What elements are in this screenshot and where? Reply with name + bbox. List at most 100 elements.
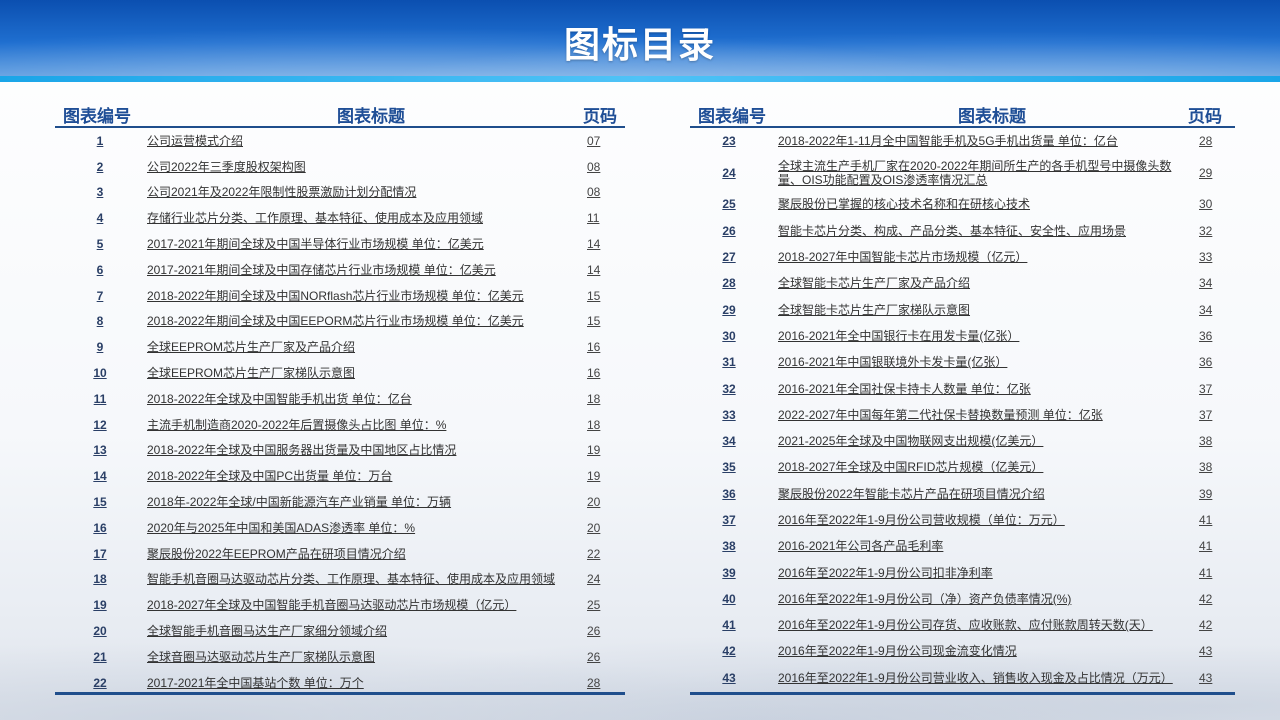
toc-row[interactable]: 31 2016-2021年中国银联境外卡发卡量(亿张） 36 — [690, 349, 1235, 375]
page-number-link[interactable]: 30 — [1199, 197, 1212, 211]
figure-title-link[interactable]: 2016-2021年中国银联境外卡发卡量(亿张） — [778, 355, 1178, 369]
figure-title-link[interactable]: 2018-2022年全球及中国服务器出货量及中国地区占比情况 — [147, 443, 567, 457]
page-number-link[interactable]: 16 — [587, 340, 600, 354]
page-number-link[interactable]: 18 — [587, 392, 600, 406]
page-number-link[interactable]: 08 — [587, 185, 600, 199]
page-number-link[interactable]: 43 — [1199, 644, 1212, 658]
toc-row[interactable]: 14 2018-2022年全球及中国PC出货量 单位：万台 19 — [55, 463, 625, 489]
toc-row[interactable]: 4 存储行业芯片分类、工作原理、基本特征、使用成本及应用领域 11 — [55, 205, 625, 231]
toc-row[interactable]: 23 2018-2022年1-11月全中国智能手机及5G手机出货量 单位：亿台 28 — [690, 128, 1235, 154]
figure-number-link[interactable]: 15 — [80, 495, 120, 509]
toc-row[interactable]: 1 公司运营模式介绍 07 — [55, 128, 625, 154]
toc-row[interactable]: 20 全球智能手机音圈马达生产厂家细分领域介绍 26 — [55, 618, 625, 644]
figure-number-link[interactable]: 22 — [80, 676, 120, 690]
toc-row[interactable]: 8 2018-2022年期间全球及中国EEPORM芯片行业市场规模 单位：亿美元 1… — [55, 309, 625, 335]
page-number-link[interactable]: 26 — [587, 624, 600, 638]
page-number-link[interactable]: 28 — [587, 676, 600, 690]
figure-number-link[interactable]: 29 — [709, 303, 749, 317]
page-number-link[interactable]: 08 — [587, 160, 600, 174]
page-number-link[interactable]: 14 — [587, 237, 600, 251]
figure-title-link[interactable]: 2018-2022年1-11月全中国智能手机及5G手机出货量 单位：亿台 — [778, 134, 1178, 148]
figure-number-link[interactable]: 20 — [80, 624, 120, 638]
figure-number-link[interactable]: 42 — [709, 644, 749, 658]
toc-row[interactable]: 12 主流手机制造商2020-2022年后置摄像头占比图 单位：% 18 — [55, 412, 625, 438]
toc-row[interactable]: 3 公司2021年及2022年限制性股票激励计划分配情况 08 — [55, 180, 625, 206]
page-number-link[interactable]: 41 — [1199, 566, 1212, 580]
figure-title-link[interactable]: 2018-2027年全球及中国RFID芯片规模（亿美元） — [778, 460, 1178, 474]
page-number-link[interactable]: 32 — [1199, 224, 1212, 238]
figure-number-link[interactable]: 7 — [80, 289, 120, 303]
toc-row[interactable]: 10 全球EEPROM芯片生产厂家梯队示意图 16 — [55, 360, 625, 386]
figure-number-link[interactable]: 4 — [80, 211, 120, 225]
figure-number-link[interactable]: 35 — [709, 460, 749, 474]
figure-number-link[interactable]: 13 — [80, 443, 120, 457]
toc-row[interactable]: 26 智能卡芯片分类、构成、产品分类、基本特征、安全性、应用场景 32 — [690, 218, 1235, 244]
page-number-link[interactable]: 38 — [1199, 460, 1212, 474]
page-number-link[interactable]: 24 — [587, 572, 600, 586]
figure-number-link[interactable]: 27 — [709, 250, 749, 264]
figure-title-link[interactable]: 聚辰股份已掌握的核心技术名称和在研核心技术 — [778, 197, 1178, 211]
toc-row[interactable]: 39 2016年至2022年1-9月份公司扣非净利率 41 — [690, 559, 1235, 585]
figure-number-link[interactable]: 18 — [80, 572, 120, 586]
figure-number-link[interactable]: 5 — [80, 237, 120, 251]
toc-row[interactable]: 34 2021-2025年全球及中国物联网支出规模(亿美元） 38 — [690, 428, 1235, 454]
figure-title-link[interactable]: 2018-2027年中国智能卡芯片市场规模（亿元） — [778, 250, 1178, 264]
page-number-link[interactable]: 26 — [587, 650, 600, 664]
figure-title-link[interactable]: 2016-2021年公司各产品毛利率 — [778, 539, 1178, 553]
page-number-link[interactable]: 41 — [1199, 539, 1212, 553]
toc-row[interactable]: 13 2018-2022年全球及中国服务器出货量及中国地区占比情况 19 — [55, 438, 625, 464]
figure-title-link[interactable]: 全球音圈马达驱动芯片生产厂家梯队示意图 — [147, 650, 567, 664]
figure-title-link[interactable]: 2018-2022年全球及中国智能手机出货 单位：亿台 — [147, 392, 567, 406]
page-number-link[interactable]: 37 — [1199, 408, 1212, 422]
page-number-link[interactable]: 19 — [587, 469, 600, 483]
figure-number-link[interactable]: 34 — [709, 434, 749, 448]
toc-row[interactable]: 40 2016年至2022年1-9月份公司（净）资产负债率情况(%) 42 — [690, 586, 1235, 612]
figure-number-link[interactable]: 21 — [80, 650, 120, 664]
page-number-link[interactable]: 34 — [1199, 303, 1212, 317]
page-number-link[interactable]: 36 — [1199, 355, 1212, 369]
toc-row[interactable]: 30 2016-2021年全中国银行卡在用发卡量(亿张） 36 — [690, 323, 1235, 349]
toc-row[interactable]: 16 2020年与2025年中国和美国ADAS渗透率 单位：% 20 — [55, 515, 625, 541]
toc-row[interactable]: 38 2016-2021年公司各产品毛利率 41 — [690, 533, 1235, 559]
figure-number-link[interactable]: 38 — [709, 539, 749, 553]
figure-title-link[interactable]: 公司2022年三季度股权架构图 — [147, 160, 567, 174]
figure-title-link[interactable]: 智能卡芯片分类、构成、产品分类、基本特征、安全性、应用场景 — [778, 224, 1178, 238]
figure-title-link[interactable]: 2016-2021年全国社保卡持卡人数量 单位：亿张 — [778, 382, 1178, 396]
figure-number-link[interactable]: 9 — [80, 340, 120, 354]
figure-title-link[interactable]: 2016年至2022年1-9月份公司扣非净利率 — [778, 566, 1178, 580]
figure-title-link[interactable]: 2018-2022年期间全球及中国EEPORM芯片行业市场规模 单位：亿美元 — [147, 314, 567, 328]
page-number-link[interactable]: 42 — [1199, 592, 1212, 606]
figure-title-link[interactable]: 2017-2021年全中国基站个数 单位：万个 — [147, 676, 567, 690]
toc-row[interactable]: 29 全球智能卡芯片生产厂家梯队示意图 34 — [690, 296, 1235, 322]
figure-number-link[interactable]: 3 — [80, 185, 120, 199]
figure-title-link[interactable]: 公司运营模式介绍 — [147, 134, 567, 148]
figure-title-link[interactable]: 2016年至2022年1-9月份公司现金流变化情况 — [778, 644, 1178, 658]
figure-number-link[interactable]: 11 — [80, 392, 120, 406]
page-number-link[interactable]: 25 — [587, 598, 600, 612]
toc-row[interactable]: 15 2018年-2022年全球/中国新能源汽车产业销量 单位：万辆 20 — [55, 489, 625, 515]
page-number-link[interactable]: 29 — [1199, 166, 1212, 180]
toc-row[interactable]: 42 2016年至2022年1-9月份公司现金流变化情况 43 — [690, 638, 1235, 664]
page-number-link[interactable]: 43 — [1199, 671, 1212, 685]
figure-title-link[interactable]: 2016年至2022年1-9月份公司（净）资产负债率情况(%) — [778, 592, 1178, 606]
figure-title-link[interactable]: 2020年与2025年中国和美国ADAS渗透率 单位：% — [147, 521, 567, 535]
figure-title-link[interactable]: 全球主流生产手机厂家在2020-2022年期间所生产的各手机型号中摄像头数量、O… — [778, 159, 1178, 187]
page-number-link[interactable]: 18 — [587, 418, 600, 432]
page-number-link[interactable]: 38 — [1199, 434, 1212, 448]
figure-title-link[interactable]: 2016年至2022年1-9月份公司营业收入、销售收入现金及占比情况（万元） — [778, 671, 1178, 685]
toc-row[interactable]: 25 聚辰股份已掌握的核心技术名称和在研核心技术 30 — [690, 191, 1235, 217]
page-number-link[interactable]: 11 — [587, 211, 599, 225]
page-number-link[interactable]: 15 — [587, 314, 600, 328]
page-number-link[interactable]: 19 — [587, 443, 600, 457]
figure-number-link[interactable]: 28 — [709, 276, 749, 290]
figure-number-link[interactable]: 40 — [709, 592, 749, 606]
figure-number-link[interactable]: 17 — [80, 547, 120, 561]
figure-number-link[interactable]: 25 — [709, 197, 749, 211]
figure-title-link[interactable]: 智能手机音圈马达驱动芯片分类、工作原理、基本特征、使用成本及应用领域 — [147, 572, 567, 586]
page-number-link[interactable]: 39 — [1199, 487, 1212, 501]
toc-row[interactable]: 19 2018-2027年全球及中国智能手机音圈马达驱动芯片市场规模（亿元） 25 — [55, 592, 625, 618]
figure-title-link[interactable]: 2017-2021年期间全球及中国存储芯片行业市场规模 单位：亿美元 — [147, 263, 567, 277]
page-number-link[interactable]: 14 — [587, 263, 600, 277]
figure-title-link[interactable]: 2018年-2022年全球/中国新能源汽车产业销量 单位：万辆 — [147, 495, 567, 509]
figure-number-link[interactable]: 26 — [709, 224, 749, 238]
